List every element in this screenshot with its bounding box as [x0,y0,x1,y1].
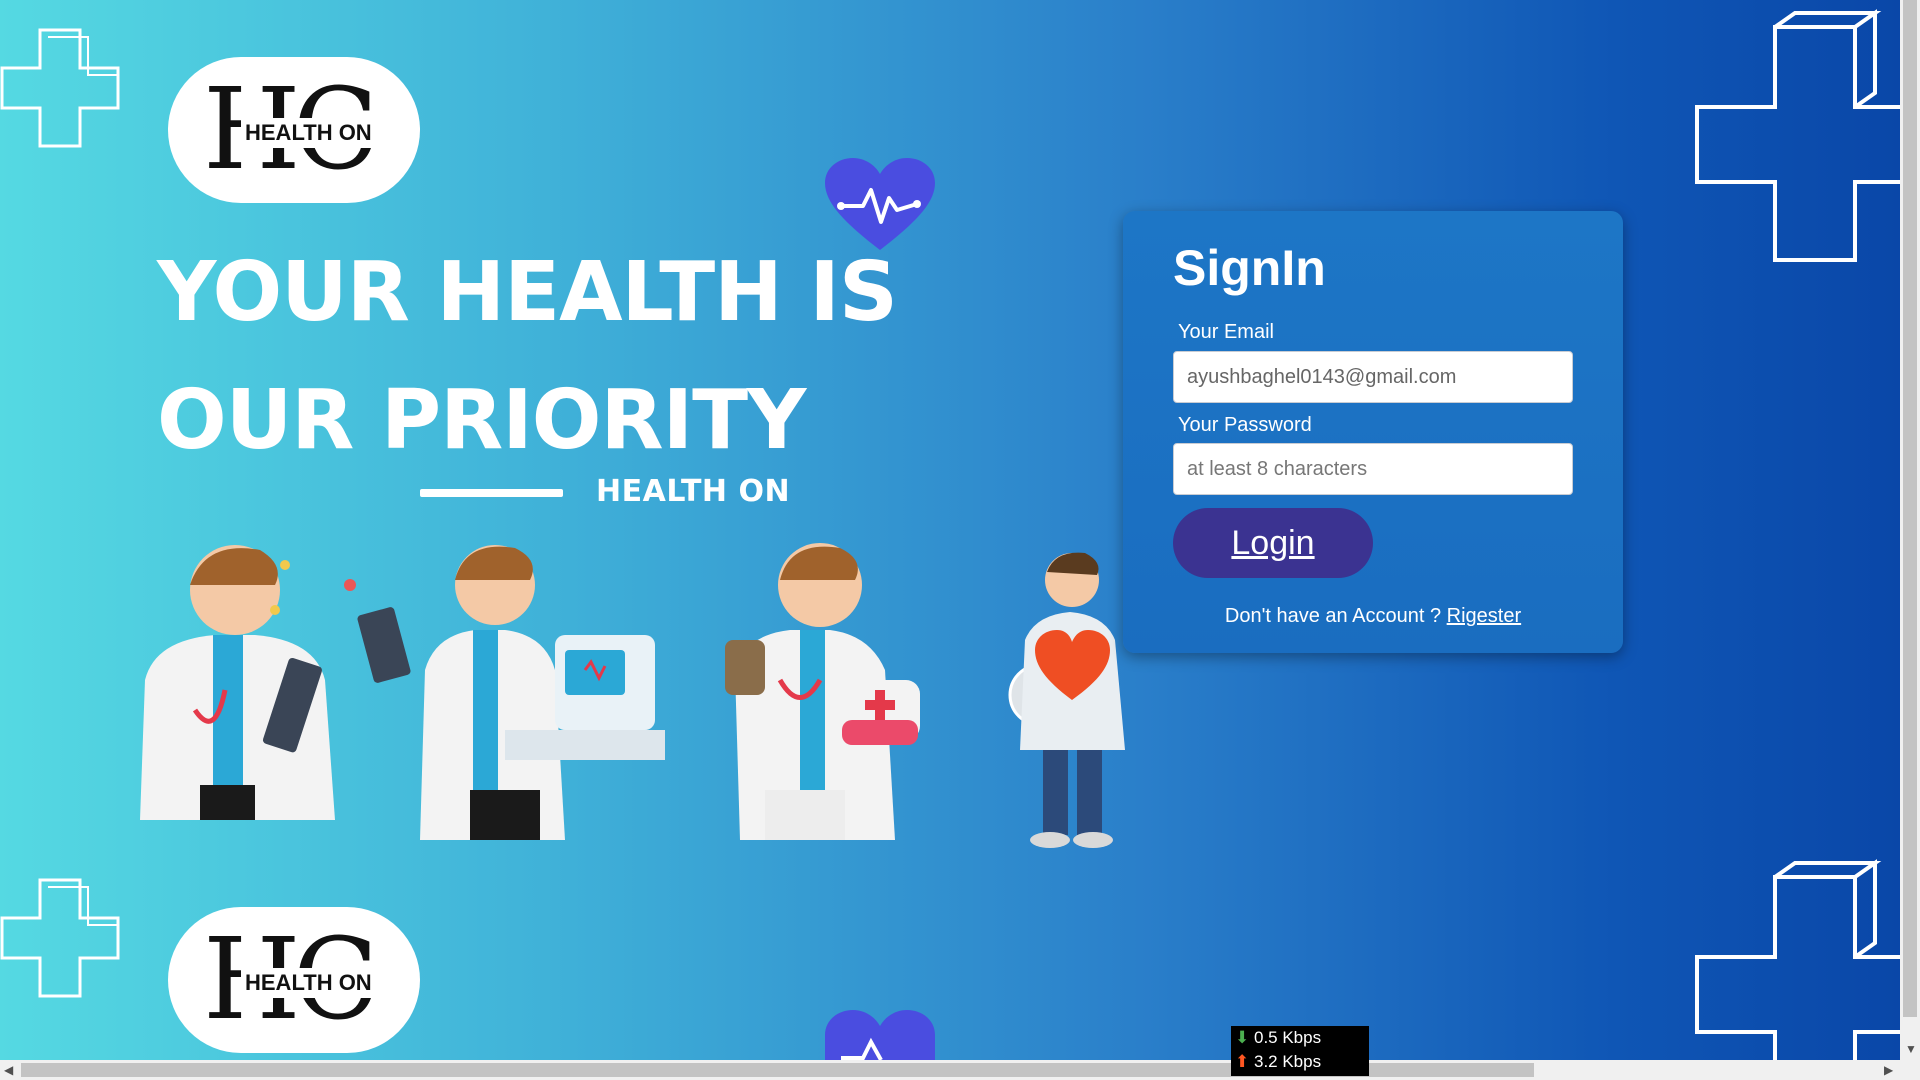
email-field[interactable] [1173,351,1573,403]
headline-line-1: YOUR HEALTH IS [157,245,898,340]
logo-text: HEALTH ON [241,118,376,148]
medical-cross-icon [0,28,120,148]
signin-card: SignIn Your Email Your Password Login Do… [1123,211,1623,653]
upload-speed: 3.2 Kbps [1253,1052,1322,1071]
medical-cross-icon [1695,9,1900,262]
headline-line-2: OUR PRIORITY [157,373,806,468]
no-account-text: Don't have an Account ? [1224,605,1442,627]
scroll-left-icon[interactable]: ◀ [4,1064,13,1076]
doctor-illustration [140,545,665,840]
tagline: HEALTH ON [596,474,791,509]
doctor-illustration [1008,552,1125,848]
medical-cross-icon [0,878,120,998]
heart-pulse-icon [825,158,935,250]
doctor-illustration [725,543,920,840]
download-speed: 0.5 Kbps [1253,1028,1322,1047]
signin-title: SignIn [1173,240,1326,296]
email-label: Your Email [1178,321,1274,343]
password-label: Your Password [1178,414,1312,436]
register-link[interactable]: Rigester [1447,605,1521,627]
scroll-down-icon[interactable]: ▼ [1905,1043,1917,1055]
scroll-right-icon[interactable]: ▶ [1884,1064,1893,1076]
register-prompt: Don't have an Account ? Rigester [1123,605,1623,628]
brand-logo-repeat: HC HEALTH ON [168,907,420,1053]
tagline-divider [420,489,563,497]
logo-text: HEALTH ON [241,968,376,998]
page-background: HC HEALTH ON HC HEALTH ON YOUR HEALTH IS… [0,0,1900,1060]
heart-pulse-icon [825,1010,935,1060]
download-arrow-icon: ⬇ [1235,1028,1250,1047]
brand-logo: HC HEALTH ON [168,57,420,203]
vertical-scroll-thumb[interactable] [1903,0,1917,1017]
medical-cross-icon [1695,859,1900,1060]
login-button[interactable]: Login [1173,508,1373,578]
upload-arrow-icon: ⬆ [1235,1052,1250,1071]
network-monitor: ⬇ 0.5 Kbps ⬆ 3.2 Kbps [1231,1026,1369,1076]
scrollbar-corner [1900,1060,1920,1080]
password-field[interactable] [1173,443,1573,495]
